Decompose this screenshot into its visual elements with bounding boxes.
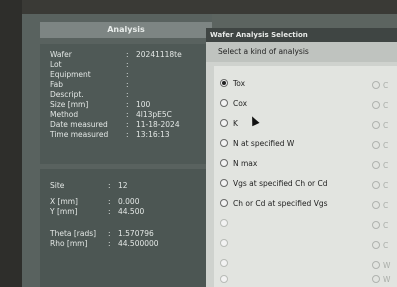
site-row-x: X [mm]:0.000 — [50, 197, 140, 206]
info-row-descript: Descript.: — [50, 90, 129, 99]
radio-icon — [372, 81, 380, 89]
analysis-panel: Analysis Wafer:20241118te Lot: Equipment… — [22, 14, 212, 287]
right-option[interactable]: C — [372, 220, 388, 232]
dialog-title-bar[interactable]: Wafer Analysis Selection — [206, 28, 397, 42]
wafer-analysis-selection-dialog: Wafer Analysis Selection Select a kind o… — [206, 28, 397, 287]
info-row-size: Size [mm]:100 — [50, 100, 151, 109]
radio-icon — [372, 201, 380, 209]
radio-icon — [372, 121, 380, 129]
option-vgs-at-specified-ch-cd[interactable]: Vgs at specified Ch or Cd — [220, 178, 328, 190]
option-n-at-specified-w[interactable]: N at specified W — [220, 138, 294, 150]
site-row-theta: Theta [rads]:1.570796 — [50, 229, 154, 238]
mouse-pointer-icon — [248, 114, 260, 127]
dialog-instruction: Select a kind of analysis — [206, 42, 397, 62]
right-option[interactable]: W — [372, 274, 390, 286]
right-option[interactable]: C — [372, 120, 388, 132]
option-disabled[interactable] — [220, 218, 233, 230]
radio-icon — [220, 179, 228, 187]
option-cox[interactable]: Cox — [220, 98, 247, 110]
option-n-max[interactable]: N max — [220, 158, 257, 170]
radio-icon — [372, 221, 380, 229]
right-option[interactable]: C — [372, 160, 388, 172]
radio-icon — [220, 219, 228, 227]
radio-icon — [220, 199, 228, 207]
site-row-rho: Rho [mm]:44.500000 — [50, 239, 159, 248]
analysis-options-list: Tox Cox K N at specified W N max Vgs at … — [214, 66, 397, 287]
info-row-wafer: Wafer:20241118te — [50, 50, 182, 59]
radio-icon — [372, 181, 380, 189]
radio-icon — [372, 141, 380, 149]
radio-icon — [372, 161, 380, 169]
info-row-time: Time measured:13:16:13 — [50, 130, 170, 139]
right-option[interactable]: W — [372, 260, 390, 272]
info-row-fab: Fab: — [50, 80, 129, 89]
info-row-date: Date measured:11-18-2024 — [50, 120, 180, 129]
radio-icon — [372, 101, 380, 109]
wafer-info-section: Wafer:20241118te Lot: Equipment: Fab: De… — [40, 44, 212, 164]
radio-icon — [372, 275, 380, 283]
option-disabled[interactable] — [220, 258, 233, 270]
info-row-equipment: Equipment: — [50, 70, 129, 79]
info-row-method: Method:4l13pE5C — [50, 110, 172, 119]
site-info-section: Site:12 X [mm]:0.000 Y [mm]:44.500 Theta… — [40, 169, 212, 287]
monitor-bezel-left — [0, 0, 22, 287]
right-option[interactable]: C — [372, 140, 388, 152]
analysis-title: Analysis — [40, 22, 212, 38]
site-row-y: Y [mm]:44.500 — [50, 207, 145, 216]
info-row-lot: Lot: — [50, 60, 129, 69]
radio-icon — [220, 275, 228, 283]
right-option[interactable]: C — [372, 200, 388, 212]
radio-icon — [220, 139, 228, 147]
site-row-site: Site:12 — [50, 181, 128, 190]
radio-icon — [220, 119, 228, 127]
right-option[interactable]: C — [372, 240, 388, 252]
right-option[interactable]: C — [372, 180, 388, 192]
radio-icon — [220, 159, 228, 167]
option-tox[interactable]: Tox — [220, 78, 245, 90]
option-disabled[interactable] — [220, 238, 233, 250]
radio-icon — [220, 259, 228, 267]
option-k[interactable]: K — [220, 118, 238, 130]
radio-icon — [220, 99, 228, 107]
right-option[interactable]: C — [372, 100, 388, 112]
monitor-screen: Analysis Wafer:20241118te Lot: Equipment… — [22, 14, 397, 287]
option-ch-cd-at-specified-vgs[interactable]: Ch or Cd at specified Vgs — [220, 198, 328, 210]
radio-selected-icon — [220, 79, 228, 87]
radio-icon — [372, 241, 380, 249]
radio-icon — [220, 239, 228, 247]
radio-icon — [372, 261, 380, 269]
option-disabled[interactable] — [220, 274, 233, 286]
right-option[interactable]: C — [372, 80, 388, 92]
